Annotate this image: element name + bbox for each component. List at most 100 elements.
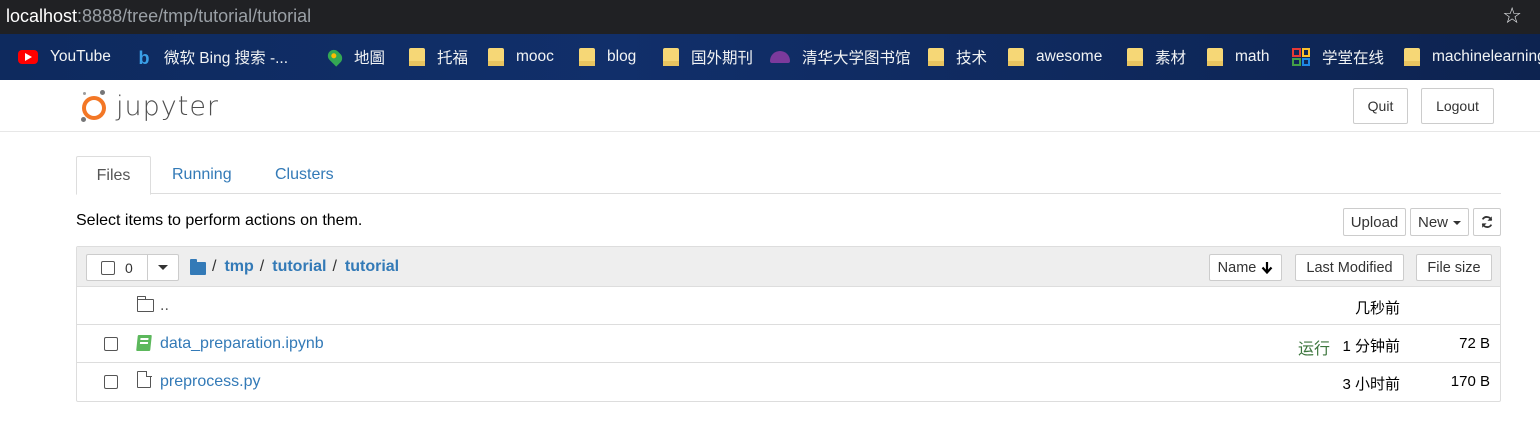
bookmark-machinelearning[interactable]: machinelearning — [1404, 47, 1540, 67]
notebook-icon — [136, 335, 152, 351]
folder-icon — [663, 48, 679, 66]
logout-button[interactable]: Logout — [1421, 88, 1494, 124]
sort-name-label: Name — [1217, 259, 1257, 276]
bookmark-tsinghua-library[interactable]: 清华大学图书馆 — [770, 47, 911, 67]
bookmark-blog[interactable]: blog — [579, 47, 636, 67]
bookmark-label: awesome — [1036, 48, 1103, 65]
select-all-checkbox-area[interactable]: 0 — [86, 254, 149, 281]
select-all-control: 0 — [86, 254, 179, 281]
bookmark-maps[interactable]: 地圖 — [325, 47, 386, 67]
bookmark-label: 清华大学图书馆 — [802, 50, 911, 67]
url-host: localhost — [6, 6, 78, 26]
sort-by-last-modified-button[interactable]: Last Modified — [1295, 254, 1404, 281]
bookmark-label: 国外期刊 — [691, 50, 754, 67]
folder-icon — [1207, 48, 1223, 66]
bookmark-label: blog — [607, 48, 637, 65]
bookmark-label: 素材 — [1155, 50, 1187, 67]
last-modified: 1 分钟前 — [1342, 338, 1400, 355]
caret-down-icon — [158, 265, 169, 270]
list-item[interactable]: .. 几秒前 — [77, 287, 1500, 325]
sort-by-name-button[interactable]: Name — [1209, 254, 1282, 281]
folder-home-icon[interactable] — [190, 258, 206, 275]
quit-button[interactable]: Quit — [1353, 88, 1408, 124]
running-status: 运行 — [1297, 341, 1330, 358]
bookmark-label: 微软 Bing 搜索 -... — [164, 50, 289, 67]
file-icon — [137, 370, 152, 388]
select-dropdown-button[interactable] — [148, 254, 179, 281]
bing-icon: b — [138, 48, 150, 68]
bookmark-label: math — [1235, 48, 1270, 65]
list-item[interactable]: data_preparation.ipynb 运行 1 分钟前 72 B — [77, 325, 1500, 363]
select-all-checkbox[interactable] — [101, 260, 115, 275]
folder-icon — [1404, 48, 1420, 66]
tab-bar: Files Running Clusters — [76, 156, 1501, 195]
maps-icon — [325, 47, 345, 67]
bookmark-youtube[interactable]: YouTube — [18, 47, 111, 67]
bookmark-mooc[interactable]: mooc — [488, 47, 554, 67]
file-list-header: 0 / tmp / tutorial / tutorial Name Last … — [77, 247, 1500, 287]
row-checkbox[interactable] — [104, 337, 118, 351]
bookmark-label: 地圖 — [354, 50, 386, 67]
bookmark-xuetang[interactable]: 学堂在线 — [1292, 47, 1384, 67]
last-modified: 几秒前 — [1354, 300, 1400, 317]
file-name-link[interactable]: data_preparation.ipynb — [160, 335, 324, 353]
url-path: :8888/tree/tmp/tutorial/tutorial — [77, 6, 312, 26]
bookmark-label: mooc — [516, 48, 554, 65]
breadcrumb-item-tmp[interactable]: tmp — [224, 258, 253, 276]
browser-address-bar[interactable]: localhost:8888/tree/tmp/tutorial/tutoria… — [0, 0, 1540, 34]
breadcrumb-item-tutorial-current[interactable]: tutorial — [345, 258, 399, 276]
tab-clusters[interactable]: Clusters — [275, 156, 334, 194]
youtube-icon — [18, 50, 38, 64]
upload-button[interactable]: Upload — [1343, 208, 1406, 236]
file-size: 170 B — [1450, 373, 1490, 390]
tab-running[interactable]: Running — [172, 156, 232, 194]
bookmark-materials[interactable]: 素材 — [1127, 47, 1186, 67]
bookmark-tech[interactable]: 技术 — [928, 47, 987, 67]
bookmark-label: YouTube — [50, 48, 111, 65]
library-icon — [770, 51, 790, 63]
folder-icon — [928, 48, 944, 66]
jupyter-logo-text: jupyter — [116, 90, 220, 122]
folder-icon — [1127, 48, 1143, 66]
new-label: New — [1417, 213, 1448, 231]
bookmark-label: 托福 — [437, 50, 469, 67]
new-dropdown-button[interactable]: New — [1410, 208, 1469, 236]
breadcrumb: / tmp / tutorial / tutorial — [190, 257, 399, 277]
refresh-button[interactable] — [1473, 208, 1501, 236]
bookmark-math[interactable]: math — [1207, 47, 1269, 67]
jupyter-header: jupyter Quit Logout — [0, 80, 1540, 132]
bookmark-awesome[interactable]: awesome — [1008, 47, 1102, 67]
folder-icon — [409, 48, 425, 66]
selection-hint: Select items to perform actions on them. — [76, 212, 363, 229]
folder-icon — [1008, 48, 1024, 66]
jupyter-logo-icon — [80, 88, 108, 124]
folder-icon — [136, 296, 154, 312]
bookmark-star-icon[interactable]: ☆ — [1502, 4, 1522, 28]
row-checkbox[interactable] — [104, 375, 118, 389]
arrow-down-icon — [1262, 262, 1273, 274]
sort-by-file-size-button[interactable]: File size — [1416, 254, 1492, 281]
bookmark-label: machinelearning — [1432, 48, 1540, 65]
folder-icon — [579, 48, 595, 66]
caret-down-icon — [1453, 221, 1461, 225]
bookmarks-bar: YouTube b 微软 Bing 搜索 -... 地圖 托福 mooc blog… — [0, 34, 1540, 80]
file-list: 0 / tmp / tutorial / tutorial Name Last … — [76, 246, 1501, 402]
xuetang-icon — [1292, 48, 1310, 66]
jupyter-logo[interactable]: jupyter — [80, 88, 219, 124]
bookmark-bing[interactable]: b 微软 Bing 搜索 -... — [136, 47, 289, 68]
file-name-link[interactable]: .. — [160, 297, 169, 315]
list-item[interactable]: preprocess.py 3 小时前 170 B — [77, 363, 1500, 401]
bookmark-toefl[interactable]: 托福 — [409, 47, 468, 67]
bookmark-journals[interactable]: 国外期刊 — [663, 47, 753, 67]
folder-icon — [488, 48, 504, 66]
last-modified: 3 小时前 — [1342, 376, 1400, 393]
file-size: 72 B — [1459, 335, 1490, 352]
bookmark-label: 技术 — [956, 50, 988, 67]
url-text[interactable]: localhost:8888/tree/tmp/tutorial/tutoria… — [6, 6, 311, 27]
tab-files[interactable]: Files — [76, 156, 151, 195]
file-name-link[interactable]: preprocess.py — [160, 373, 261, 391]
selected-count: 0 — [125, 259, 133, 276]
breadcrumb-item-tutorial[interactable]: tutorial — [272, 258, 326, 276]
bookmark-label: 学堂在线 — [1322, 50, 1385, 67]
refresh-icon — [1481, 216, 1493, 228]
